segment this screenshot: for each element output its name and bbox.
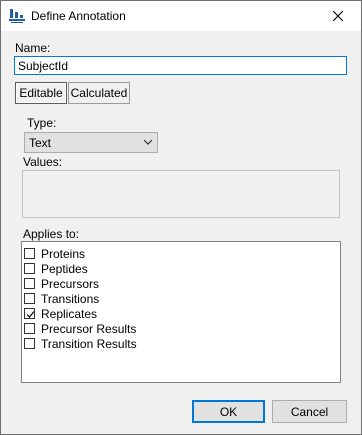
type-select-value: Text <box>29 136 52 150</box>
applies-item-replicates[interactable]: Replicates <box>24 306 97 321</box>
tab-calculated[interactable]: Calculated <box>68 82 130 104</box>
list-item-label: Transitions <box>41 291 100 306</box>
applies-to-list: Proteins Peptides Precursors Transitions… <box>21 241 341 383</box>
title-bar: Define Annotation <box>1 1 361 31</box>
values-textbox[interactable] <box>22 170 340 218</box>
window-title: Define Annotation <box>31 9 126 23</box>
applies-item-precursor-results[interactable]: Precursor Results <box>24 321 136 336</box>
applies-to-label: Applies to: <box>23 227 80 241</box>
list-item-label: Transition Results <box>41 336 137 351</box>
applies-item-transitions[interactable]: Transitions <box>24 291 99 306</box>
list-item-label: Precursor Results <box>41 321 137 336</box>
applies-item-peptides[interactable]: Peptides <box>24 261 88 276</box>
type-label: Type: <box>27 116 57 130</box>
name-input[interactable] <box>14 56 347 75</box>
checkbox-peptides[interactable] <box>24 263 35 274</box>
checkmark-icon <box>26 311 35 318</box>
applies-item-proteins[interactable]: Proteins <box>24 246 85 261</box>
checkbox-transition-results[interactable] <box>24 338 35 349</box>
checkbox-replicates[interactable] <box>24 308 35 319</box>
values-label: Values: <box>23 155 63 169</box>
checkbox-precursors[interactable] <box>24 278 35 289</box>
tab-editable[interactable]: Editable <box>15 82 67 104</box>
annotation-app-icon <box>9 8 25 24</box>
type-select[interactable]: Text <box>24 132 158 153</box>
checkbox-proteins[interactable] <box>24 248 35 259</box>
checkbox-precursor-results[interactable] <box>24 323 35 334</box>
applies-item-transition-results[interactable]: Transition Results <box>24 336 137 351</box>
list-item-label: Peptides <box>41 261 88 276</box>
cancel-button[interactable]: Cancel <box>272 400 347 423</box>
name-label: Name: <box>15 41 51 55</box>
ok-button[interactable]: OK <box>192 400 265 423</box>
applies-item-precursors[interactable]: Precursors <box>24 276 99 291</box>
checkbox-transitions[interactable] <box>24 293 35 304</box>
close-icon <box>333 11 343 21</box>
chevron-down-icon <box>143 139 153 145</box>
dialog-window: Define Annotation Name: Editable Calcula… <box>0 0 362 435</box>
close-button[interactable] <box>315 1 361 31</box>
list-item-label: Precursors <box>41 276 100 291</box>
list-item-label: Proteins <box>41 246 86 261</box>
list-item-label: Replicates <box>41 306 98 321</box>
